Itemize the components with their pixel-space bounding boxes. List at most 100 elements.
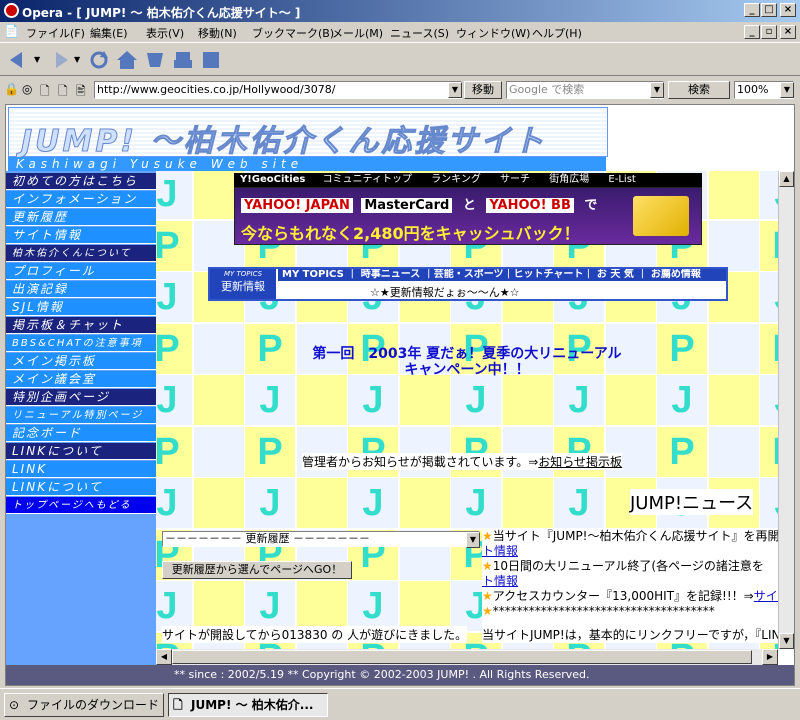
menu-bar: 📄 ファイル(F) 編集(E) 表示(V) 移動(N) ブックマーク(B) メー… <box>0 22 800 42</box>
checker-cell: J <box>245 581 295 631</box>
maximize-button[interactable]: □ <box>761 3 777 17</box>
nav-first-visit[interactable]: 初めての方はこちら <box>6 173 156 190</box>
print-icon[interactable] <box>172 49 194 71</box>
news-item-link[interactable]: ト情報 <box>482 544 518 558</box>
wand-icon[interactable]: ◎ <box>22 82 32 96</box>
site-banner[interactable]: JUMP! ～柏木佑介くん応援サイト <box>8 107 608 160</box>
news-item-link[interactable]: ト情報 <box>482 574 518 588</box>
nav-appearances[interactable]: 出演記録 <box>6 281 156 298</box>
nav-information[interactable]: インフォメーション <box>6 191 156 208</box>
menu-file[interactable]: ファイル(F) <box>26 25 85 41</box>
geo-link-plaza[interactable]: 街角広場 <box>541 174 597 185</box>
news-item-link-row: ト情報 <box>482 574 778 589</box>
window-titlebar[interactable]: Opera - [ JUMP! ～ 柏木佑介くん応援サイト～ ] _ □ × <box>0 0 800 22</box>
security-icon[interactable]: 🔒 <box>4 82 19 96</box>
nav-bbs-notes[interactable]: BBS&CHATの注意事項 <box>6 335 156 352</box>
nav-back-to-top[interactable]: トップページへもどる <box>6 497 156 514</box>
nav-site-info[interactable]: サイト情報 <box>6 227 156 244</box>
page-tab-icon: 🗋 <box>173 698 183 712</box>
minimize-button[interactable]: _ <box>744 3 760 17</box>
reload-icon[interactable] <box>88 49 110 71</box>
nav-renewal-special[interactable]: リニューアル特別ページ <box>6 407 156 424</box>
nav-memorial-board[interactable]: 記念ボード <box>6 425 156 442</box>
checker-cell: J <box>760 375 778 425</box>
checker-cell: J <box>554 478 604 528</box>
left-navigation: 初めての方はこちら インフォメーション 更新履歴 サイト情報 柏木佑介くんについ… <box>6 171 156 665</box>
geo-link-ranking[interactable]: ランキング <box>423 174 489 185</box>
home-icon[interactable] <box>116 49 138 71</box>
geo-link-elist[interactable]: E-List <box>600 174 643 185</box>
ad-card-image <box>633 196 689 236</box>
topics-label-main: 更新情報 <box>221 280 265 293</box>
notice-board-link[interactable]: お知らせ掲示板 <box>538 455 622 469</box>
ad-banner[interactable]: YAHOO! JAPAN MasterCard と YAHOO! BB で 今な… <box>234 187 702 245</box>
nav-update-history[interactable]: 更新履歴 <box>6 209 156 226</box>
search-input[interactable]: Google で検索 <box>506 81 664 99</box>
checker-cell <box>193 426 244 477</box>
hotlist-icon[interactable] <box>144 49 166 71</box>
task-jump-page[interactable]: 🗋 JUMP! ～ 柏木佑介... <box>168 693 328 717</box>
news-item-link[interactable]: サイト情 <box>754 589 778 603</box>
nav-main-room[interactable]: メイン議会室 <box>6 371 156 388</box>
file-icon[interactable]: 🖹 <box>76 82 86 103</box>
doc-close-button[interactable]: × <box>780 25 796 39</box>
nav-about-link[interactable]: LINKについて <box>6 443 156 460</box>
geo-link-community[interactable]: コミュニティトップ <box>315 174 420 185</box>
geocities-logo[interactable]: Y!GeoCities <box>234 174 311 185</box>
print-preview-icon[interactable]: 🗋 <box>58 82 68 103</box>
menu-edit[interactable]: 編集(E) <box>90 25 128 41</box>
doc-restore-button[interactable]: ▫ <box>761 25 777 39</box>
nav-main-bbs[interactable]: メイン掲示板 <box>6 353 156 370</box>
doc-minimize-button[interactable]: _ <box>744 25 760 39</box>
menu-navigate[interactable]: 移動(N) <box>198 25 237 41</box>
menu-help[interactable]: ヘルプ(H) <box>532 25 582 41</box>
nav-about-yusuke[interactable]: 柏木佑介くんについて <box>6 245 156 262</box>
task-download[interactable]: ⊙ ファイルのダウンロード <box>4 693 164 717</box>
zoom-dropdown-icon[interactable]: ▼ <box>780 82 794 98</box>
nav-profile[interactable]: プロフィール <box>6 263 156 280</box>
checker-cell: J <box>348 581 398 631</box>
menu-view[interactable]: 表示(V) <box>146 25 184 41</box>
checker-cell <box>708 426 759 477</box>
go-button[interactable]: 移動 <box>464 81 502 99</box>
menu-mail[interactable]: メール(M) <box>332 25 383 41</box>
news-item-link-row: ト情報 <box>482 544 778 559</box>
nav-sjl-info[interactable]: SJL情報 <box>6 299 156 316</box>
history-go-button[interactable]: 更新履歴から選んでページへGO！ <box>162 561 352 579</box>
topics-label: MY TOPICS 更新情報 <box>210 269 276 299</box>
search-tool-icon[interactable] <box>200 49 222 71</box>
scroll-down-icon[interactable]: ▼ <box>779 633 794 649</box>
search-dropdown-icon[interactable]: ▼ <box>650 82 664 98</box>
news-heading: JUMP!ニュース <box>630 489 754 515</box>
nav-about-link-2[interactable]: LINKについて <box>6 479 156 496</box>
menu-bookmarks[interactable]: ブックマーク(B) <box>252 25 334 41</box>
nav-special-page[interactable]: 特別企画ページ <box>6 389 156 406</box>
news-item: ★10日間の大リニューアル終了(各ページの諸注意を <box>482 559 778 574</box>
page-info-icon[interactable]: 🗋 <box>40 82 50 103</box>
scroll-thumb[interactable] <box>172 650 752 664</box>
vertical-scrollbar[interactable]: ▲ ▼ <box>778 171 794 649</box>
menu-news[interactable]: ニュース(S) <box>390 25 449 41</box>
history-select[interactable]: －－－－－－－ 更新履歴 －－－－－－－ <box>162 531 480 547</box>
back-icon[interactable] <box>8 49 30 71</box>
topics-tabs[interactable]: MY TOPICS ｜ 時事ニュース ｜芸能・スポーツ｜ヒットチャート｜ お 天… <box>278 269 726 281</box>
menu-window[interactable]: ウィンドウ(W) <box>456 25 530 41</box>
admin-notice: 管理者からお知らせが掲載されています。⇒お知らせ掲示板 <box>302 453 623 470</box>
ad-yahoo-japan: YAHOO! JAPAN <box>241 198 353 213</box>
close-button[interactable]: × <box>780 3 796 17</box>
forward-dropdown-icon[interactable]: ▼ <box>74 55 80 64</box>
horizontal-scrollbar[interactable]: ◀ ▶ <box>156 649 778 665</box>
nav-link[interactable]: LINK <box>6 461 156 478</box>
geo-link-search[interactable]: サーチ <box>492 174 538 185</box>
topics-news-ticker[interactable]: ☆★更新情報だょぉ〜〜ん★☆ <box>370 284 519 300</box>
url-input[interactable]: http://www.geocities.co.jp/Hollywood/307… <box>94 81 462 99</box>
scroll-up-icon[interactable]: ▲ <box>779 171 794 187</box>
url-dropdown-icon[interactable]: ▼ <box>448 82 462 98</box>
back-dropdown-icon[interactable]: ▼ <box>34 55 40 64</box>
scroll-left-icon[interactable]: ◀ <box>156 649 172 665</box>
forward-icon[interactable] <box>48 49 70 71</box>
search-button[interactable]: 検索 <box>668 81 730 99</box>
history-dropdown-icon[interactable]: ▼ <box>466 532 480 548</box>
nav-bbs-chat[interactable]: 掲示板＆チャット <box>6 317 156 334</box>
scroll-right-icon[interactable]: ▶ <box>762 649 778 665</box>
